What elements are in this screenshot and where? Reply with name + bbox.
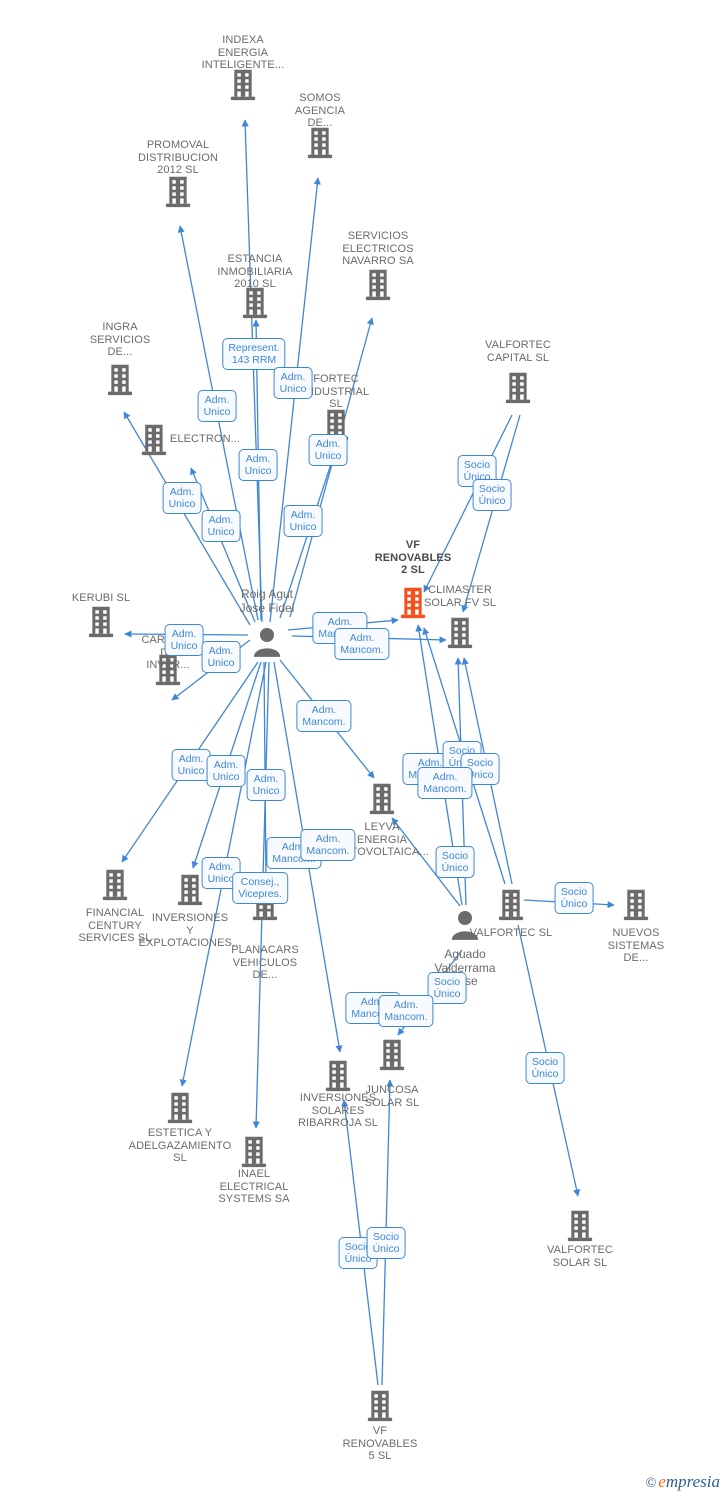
relation-label[interactable]: Consej., Vicepres. bbox=[232, 872, 288, 904]
relation-label[interactable]: Adm. Unico bbox=[171, 749, 211, 781]
copyright-symbol: © bbox=[645, 1476, 657, 1491]
relation-label[interactable]: Represent. 143 RRM bbox=[222, 338, 286, 370]
building-icon bbox=[118, 175, 238, 208]
brand-name: mpresia bbox=[665, 1472, 720, 1491]
building-icon bbox=[194, 1135, 314, 1168]
relation-label[interactable]: Adm. Mancom. bbox=[300, 829, 356, 861]
node-label-box-climaster: CLIMASTER SOLAR FV SL bbox=[400, 583, 520, 609]
node-label-box-kerubi: KERUBI SL bbox=[41, 591, 161, 605]
node-label-box-planacars: PLANACARS VEHICULOS DE... bbox=[205, 943, 325, 982]
node-label-nuevos: NUEVOS SISTEMAS DE... bbox=[607, 927, 665, 964]
empresia-watermark: © empresia bbox=[646, 1472, 720, 1492]
node-ingra[interactable] bbox=[60, 363, 180, 396]
relation-label[interactable]: Socio Único bbox=[525, 1052, 565, 1084]
node-label-electron: ELECTRON... bbox=[169, 433, 241, 446]
node-label-somos: SOMOS AGENCIA DE... bbox=[294, 92, 346, 129]
relation-label[interactable]: Socio Único bbox=[472, 479, 512, 511]
node-label-inael: INAEL ELECTRICAL SYSTEMS SA bbox=[218, 1168, 290, 1205]
person-node-aguado[interactable] bbox=[405, 910, 525, 940]
node-label-box-indexa: INDEXA ENERGIA INTELIGENTE... bbox=[183, 33, 303, 72]
person-label-roig: Roig Agut Jose Fidel bbox=[239, 587, 295, 615]
relation-label[interactable]: Adm. Unico bbox=[162, 482, 202, 514]
relation-label[interactable]: Adm. Mancom. bbox=[417, 767, 473, 799]
node-nuevos[interactable] bbox=[576, 888, 696, 921]
building-icon bbox=[120, 1091, 240, 1124]
node-label-promoval: PROMOVAL DISTRIBUCION 2012 SL bbox=[137, 139, 219, 176]
node-juncosa[interactable] bbox=[332, 1038, 452, 1071]
node-estetica[interactable] bbox=[120, 1091, 240, 1124]
node-label-valfortec-cap: VALFORTEC CAPITAL SL bbox=[485, 339, 551, 364]
node-promoval[interactable] bbox=[118, 175, 238, 208]
node-label-ingra: INGRA SERVICIOS DE... bbox=[89, 321, 151, 358]
node-inael[interactable] bbox=[194, 1135, 314, 1168]
building-icon bbox=[520, 1209, 640, 1242]
node-valfortec-sol[interactable] bbox=[520, 1209, 640, 1242]
brand-initial: e bbox=[658, 1472, 666, 1491]
node-label-box-ingra: INGRA SERVICIOS DE... bbox=[60, 320, 180, 359]
node-label-box-juncosa: JUNCOSA SOLAR SL bbox=[332, 1083, 452, 1109]
building-icon bbox=[195, 286, 315, 319]
relation-label[interactable]: Socio Único bbox=[554, 882, 594, 914]
building-icon bbox=[576, 888, 696, 921]
building-icon bbox=[458, 371, 578, 404]
node-label-climaster: CLIMASTER SOLAR FV SL bbox=[423, 584, 496, 609]
node-electron[interactable]: ELECTRON... bbox=[140, 423, 240, 456]
node-climaster[interactable] bbox=[400, 616, 520, 649]
relation-label[interactable]: Adm. Unico bbox=[164, 624, 204, 656]
node-label-box-somos: SOMOS AGENCIA DE... bbox=[260, 91, 380, 130]
node-label-juncosa: JUNCOSA SOLAR SL bbox=[364, 1084, 420, 1109]
building-icon bbox=[320, 1389, 440, 1422]
relation-label[interactable]: Adm. Unico bbox=[206, 755, 246, 787]
node-label-box-inael: INAEL ELECTRICAL SYSTEMS SA bbox=[194, 1167, 314, 1206]
node-label-valfortec-sol: VALFORTEC SOLAR SL bbox=[547, 1244, 613, 1269]
node-label-box-estancia: ESTANCIA INMOBILIARIA 2010 SL bbox=[195, 252, 315, 291]
node-label-serv-navarro: SERVICIOS ELECTRICOS NAVARRO SA bbox=[342, 230, 414, 267]
relation-label[interactable]: Adm. Unico bbox=[197, 390, 237, 422]
relation-label[interactable]: Adm. Unico bbox=[238, 449, 278, 481]
relation-label[interactable]: Adm. Unico bbox=[283, 505, 323, 537]
relation-label[interactable]: Adm. Mancom. bbox=[296, 700, 352, 732]
building-icon bbox=[60, 363, 180, 396]
node-label-planacars: PLANACARS VEHICULOS DE... bbox=[231, 944, 299, 981]
relation-label[interactable]: Adm. Unico bbox=[308, 434, 348, 466]
building-icon bbox=[318, 268, 438, 301]
relation-label[interactable]: Socio Único bbox=[435, 846, 475, 878]
node-label-vf5: VF RENOVABLES 5 SL bbox=[342, 1425, 418, 1462]
node-valfortec-cap[interactable] bbox=[458, 371, 578, 404]
person-icon bbox=[405, 910, 525, 940]
node-label-kerubi: KERUBI SL bbox=[71, 592, 131, 604]
relation-label[interactable]: Adm. Mancom. bbox=[378, 995, 434, 1027]
node-label-box-valfortec-sol: VALFORTEC SOLAR SL bbox=[520, 1243, 640, 1269]
building-icon bbox=[260, 126, 380, 159]
node-label-box-serv-navarro: SERVICIOS ELECTRICOS NAVARRO SA bbox=[318, 229, 438, 268]
node-label-box-vf2: VF RENOVABLES 2 SL bbox=[353, 538, 473, 577]
relation-label[interactable]: Adm. Mancom. bbox=[334, 628, 390, 660]
node-serv-navarro[interactable] bbox=[318, 268, 438, 301]
building-icon bbox=[332, 1038, 452, 1071]
node-label-indexa: INDEXA ENERGIA INTELIGENTE... bbox=[201, 34, 285, 71]
node-vf5[interactable] bbox=[320, 1389, 440, 1422]
building-icon bbox=[400, 616, 520, 649]
node-label-vf2: VF RENOVABLES 2 SL bbox=[374, 539, 452, 576]
node-estancia[interactable] bbox=[195, 286, 315, 319]
node-label-estancia: ESTANCIA INMOBILIARIA 2010 SL bbox=[217, 253, 293, 290]
edge-layer bbox=[121, 119, 615, 1386]
relation-label[interactable]: Adm. Unico bbox=[246, 769, 286, 801]
node-somos[interactable] bbox=[260, 126, 380, 159]
relation-label[interactable]: Adm. Unico bbox=[273, 367, 313, 399]
relation-label[interactable]: Adm. Unico bbox=[201, 510, 241, 542]
relation-label[interactable]: Adm. Unico bbox=[201, 641, 241, 673]
node-label-box-valfortec-cap: VALFORTEC CAPITAL SL bbox=[458, 338, 578, 364]
building-icon bbox=[140, 423, 168, 456]
org-network-diagram: INDEXA ENERGIA INTELIGENTE... SOMOS AGENC… bbox=[0, 0, 728, 1500]
relation-label[interactable]: Socio Único bbox=[366, 1227, 406, 1259]
node-label-box-promoval: PROMOVAL DISTRIBUCION 2012 SL bbox=[118, 138, 238, 177]
node-label-box-vf5: VF RENOVABLES 5 SL bbox=[320, 1424, 440, 1463]
node-label-box-nuevos: NUEVOS SISTEMAS DE... bbox=[576, 926, 696, 965]
